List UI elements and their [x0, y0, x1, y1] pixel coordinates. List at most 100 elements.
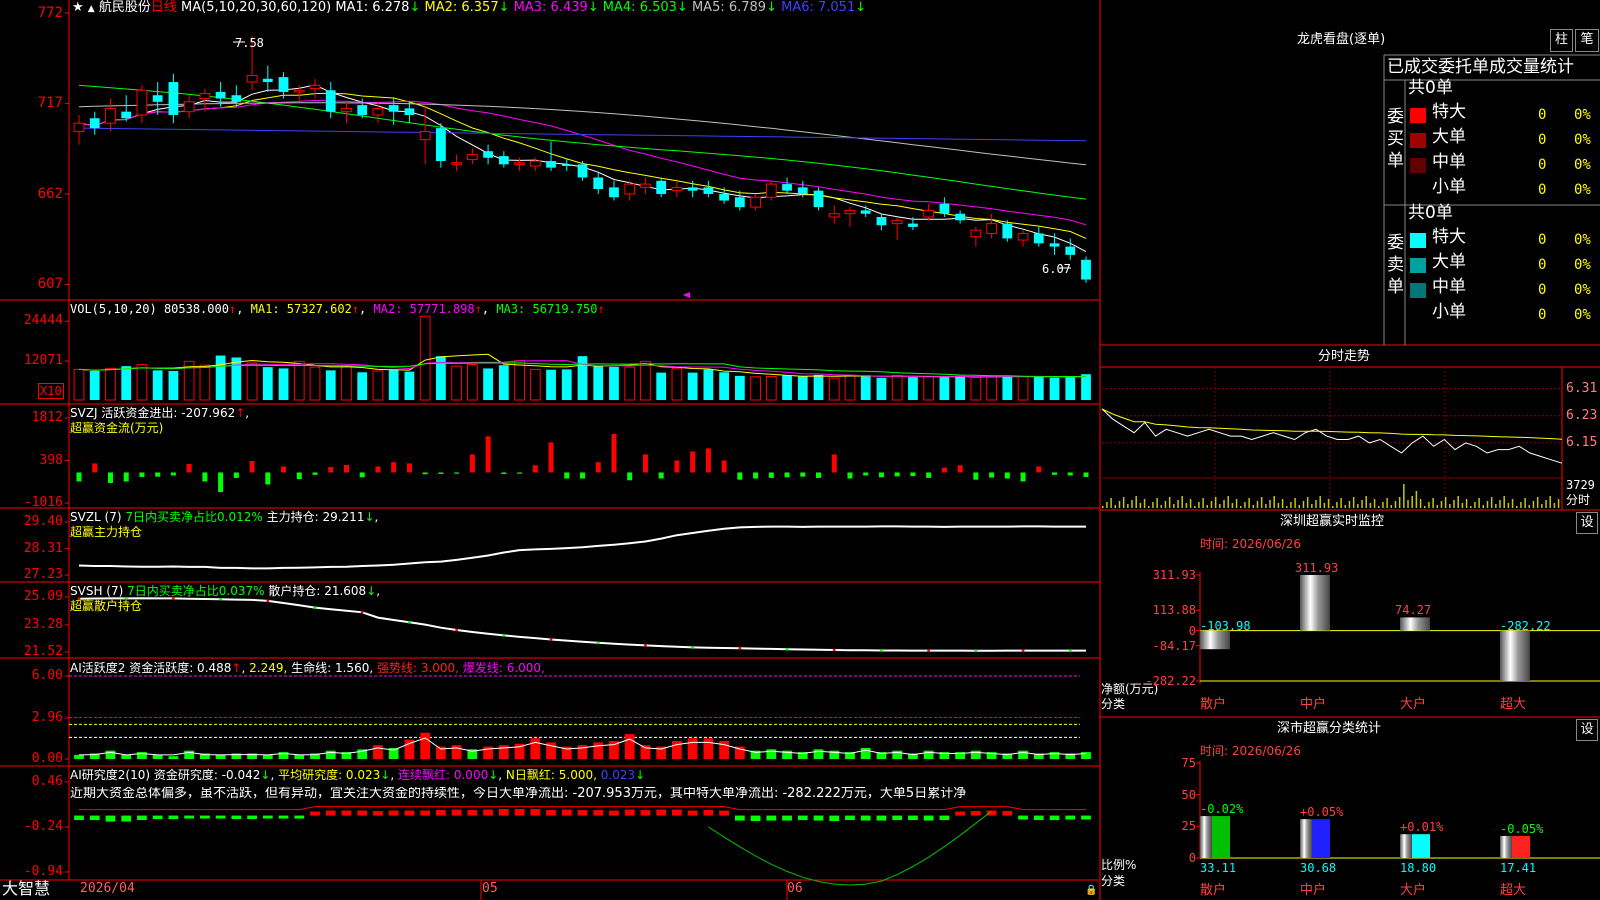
ai2-bar [1002, 811, 1013, 816]
svsh-tick-label: 21.52 [23, 644, 63, 659]
volume-bar [1065, 377, 1076, 400]
order-stat-header: 已成交委托单成交量统计 [1387, 57, 1574, 77]
svzj-bar [611, 433, 617, 473]
volume-bar [593, 365, 604, 400]
volume-bar [1049, 377, 1060, 400]
intraday-vol-bar [1478, 498, 1480, 508]
svzj-bar [863, 472, 869, 476]
ai2-red-line [79, 806, 1086, 811]
svzj-bar [202, 472, 208, 482]
lock-icon[interactable]: 🔒 [1085, 884, 1097, 898]
candle [388, 105, 399, 112]
ai1-bar [262, 754, 273, 759]
period-label[interactable]: 日线 [151, 0, 177, 15]
ai2-bar [546, 810, 556, 816]
sh-bar-delta: -0.02% [1200, 802, 1244, 817]
intraday-vol-bar [1444, 497, 1447, 508]
ai2-bar [420, 810, 431, 816]
star-icon: ★ [72, 0, 84, 15]
volume-bar [624, 366, 636, 401]
svzj-bar [1020, 472, 1026, 482]
candle [483, 151, 493, 158]
buy-row-pct: 0% [1574, 107, 1591, 123]
sh-bar-value: 33.11 [1200, 861, 1237, 875]
volume-bar [514, 360, 525, 401]
candle [860, 210, 871, 214]
ai1-bar [640, 745, 651, 759]
volume-bar [671, 368, 683, 401]
ai1-bar [593, 742, 604, 759]
sz-tick-label: -84.17 [1152, 638, 1196, 653]
svzj-bar [564, 472, 570, 479]
price-tick-label: 662 [37, 185, 63, 202]
intraday-vol-bar [1298, 505, 1301, 508]
candle [278, 77, 289, 92]
stock-name[interactable]: 航民股份 [99, 0, 151, 15]
sh-bar-value: 18.80 [1400, 861, 1437, 875]
candle [309, 84, 321, 90]
down-arrow-icon: ↓ [766, 0, 777, 15]
intraday-vol-bar [1290, 502, 1292, 508]
sh-settings-button[interactable]: 设 [1576, 719, 1598, 741]
intraday-vol-bar [1332, 506, 1334, 508]
intraday-vol-bar [1240, 506, 1242, 508]
candle [734, 197, 745, 208]
ai2-bar [1018, 815, 1028, 820]
candle [719, 193, 729, 201]
intraday-title: 分时走势 [1318, 349, 1371, 364]
intraday-vol-bar [1361, 500, 1363, 508]
sz-bar-value: -282.22 [1500, 618, 1551, 633]
svzj-bar [878, 472, 884, 478]
candle [246, 74, 258, 83]
candle [199, 93, 211, 100]
volume-bar [105, 367, 116, 401]
ai1-bar [451, 745, 462, 759]
ai2-tick-label: 0.46 [31, 774, 63, 789]
candle [231, 95, 242, 102]
sz-settings-button[interactable]: 设 [1576, 512, 1598, 534]
intraday-vol-bar [1553, 503, 1556, 508]
lhb-title: 龙虎看盘(逐单) [1297, 32, 1386, 47]
intraday-vol-bar [1248, 498, 1250, 508]
sh-bar [1200, 816, 1212, 858]
intraday-vol-bar [1181, 496, 1183, 508]
intraday-vol-bar [1306, 497, 1309, 508]
svzj-bar [123, 472, 129, 482]
volume-bar [656, 372, 667, 400]
volume-bar [703, 369, 714, 400]
ai2-bar [656, 809, 667, 816]
ai2-v5: 0.023 [600, 768, 636, 782]
intraday-vol-bar [1336, 502, 1338, 508]
volume-bar [1081, 374, 1091, 400]
svzj-bar [265, 472, 271, 485]
candle [1017, 232, 1029, 241]
volume-bar [529, 368, 541, 401]
intraday-vol-bar [1382, 502, 1384, 508]
bar-view-button[interactable]: 柱 [1550, 29, 1573, 52]
intraday-vol-bar [1369, 503, 1372, 508]
brand-logo-text: 大智慧 [2, 879, 51, 898]
intraday-vol-bar [1386, 498, 1388, 508]
sh-bar-delta: +0.01% [1400, 820, 1444, 835]
tick-view-button[interactable]: 笔 [1575, 29, 1599, 52]
svsh-dot [1068, 649, 1072, 653]
intraday-vol-bar [1528, 505, 1531, 508]
ai2-commentary: 近期大资金总体偏多，虽不活跃，但有异动，宜关注大资金的持续性，今日大单净流出: … [70, 787, 967, 801]
svzj-bar [438, 472, 444, 474]
ai1-bar [703, 738, 714, 759]
candle [1033, 233, 1044, 244]
intraday-vol-bar [1277, 503, 1280, 508]
sell-row-swatch [1410, 233, 1426, 248]
buy-row-count: 0 [1538, 132, 1547, 148]
intraday-vol-bar [1194, 506, 1196, 508]
sell-row-count: 0 [1538, 282, 1547, 298]
ai2-red: 连续飘红: 0.000 [398, 768, 489, 782]
ai2-bar [514, 809, 525, 816]
ai1-lifeline: 生命线: 1.560, [291, 661, 374, 675]
intraday-vol-bar [1436, 505, 1439, 508]
sz-tick-label: 0 [1188, 623, 1196, 638]
intraday-vol-bar [1252, 505, 1255, 508]
sz-tick-label: 311.93 [1152, 568, 1196, 582]
sh-tick-label: 75 [1181, 756, 1196, 770]
sh-bar [1400, 834, 1412, 858]
